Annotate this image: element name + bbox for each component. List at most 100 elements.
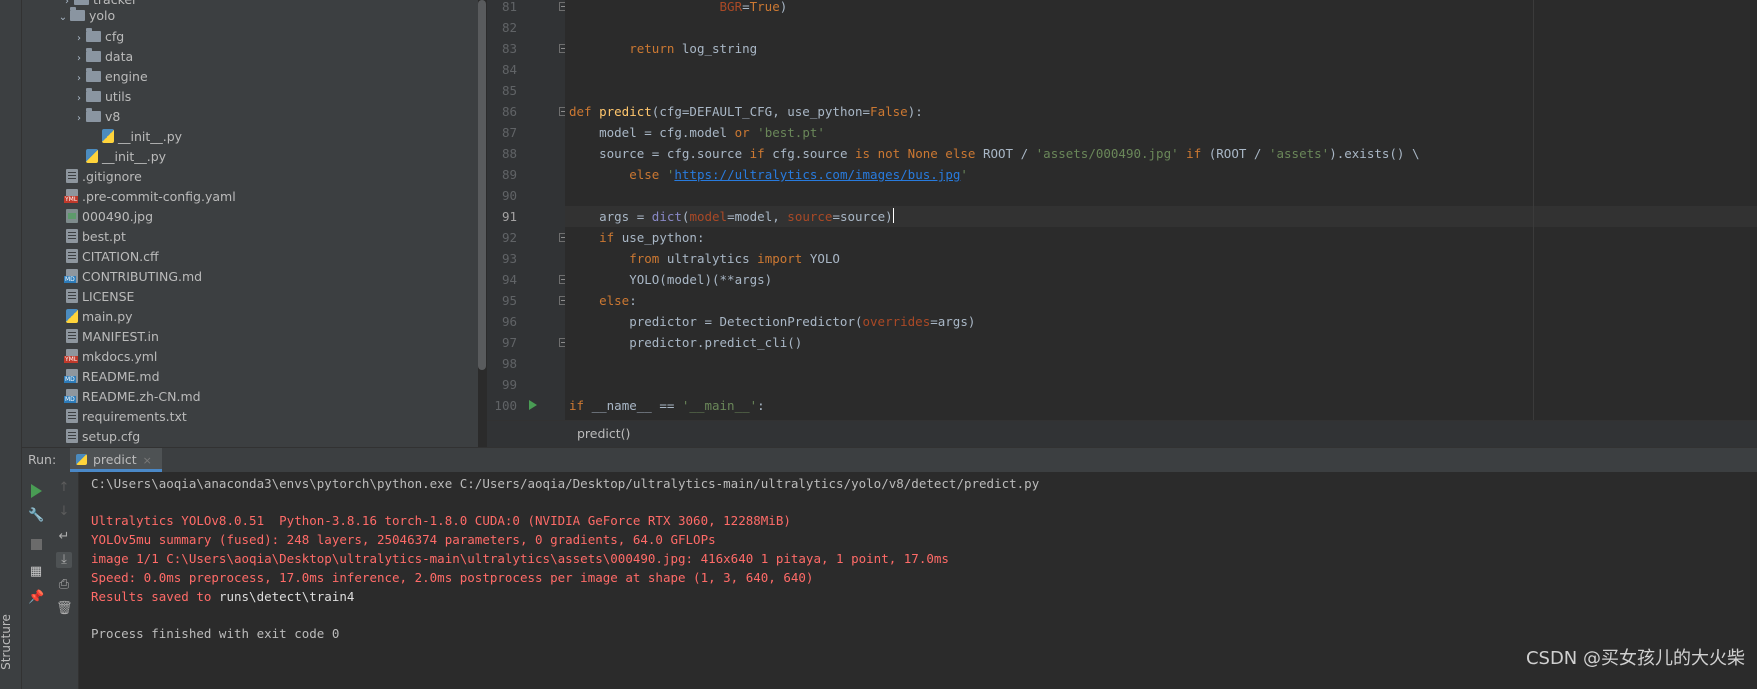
chevron-right-icon[interactable]: › <box>72 29 86 49</box>
tree-item-label: main.py <box>82 309 133 324</box>
line-number: 87 <box>501 125 517 140</box>
code-line-91: args = dict(model=model, source=source) <box>569 208 894 224</box>
tree-item-pre-commit[interactable]: .pre-commit-config.yaml <box>64 187 236 207</box>
console-exit-line: Process finished with exit code 0 <box>91 626 340 641</box>
run-main-icon[interactable] <box>529 400 537 410</box>
structure-tool-tab[interactable]: Structure <box>0 590 21 689</box>
python-file-icon <box>102 129 114 143</box>
run-console[interactable]: C:\Users\aoqia\anaconda3\envs\pytorch\py… <box>79 472 1757 689</box>
line-number: 98 <box>501 356 517 371</box>
chevron-down-icon[interactable]: ⌄ <box>56 8 70 28</box>
line-number: 100 <box>494 398 517 413</box>
tree-item-yolo[interactable]: ⌄ yolo <box>56 6 115 26</box>
code-line-93: from ultralytics import YOLO <box>629 251 840 266</box>
markdown-file-icon <box>64 389 78 403</box>
soft-wrap-icon[interactable]: ↵ <box>56 529 72 545</box>
tree-item-label: best.pt <box>82 229 126 244</box>
chevron-right-icon[interactable]: › <box>72 89 86 109</box>
rerun-icon[interactable] <box>31 484 42 498</box>
code-line-89: else 'https://ultralytics.com/images/bus… <box>629 167 968 182</box>
line-number: 81 <box>501 0 517 14</box>
markdown-file-icon <box>64 369 78 383</box>
tree-item-license[interactable]: LICENSE <box>66 287 134 307</box>
tree-item-main-py[interactable]: main.py <box>66 307 133 327</box>
run-tab-predict[interactable]: predict × <box>70 448 162 472</box>
tree-scrollbar[interactable] <box>478 0 486 370</box>
tree-item-requirements[interactable]: requirements.txt <box>66 407 187 427</box>
yaml-file-icon <box>64 189 79 203</box>
print-icon[interactable]: ⎙ <box>56 577 72 593</box>
text-file-icon <box>66 409 78 423</box>
tree-item-data[interactable]: › data <box>72 47 133 67</box>
tree-item-contributing[interactable]: CONTRIBUTING.md <box>64 267 202 287</box>
tree-item-best-pt[interactable]: best.pt <box>66 227 126 247</box>
scroll-to-end-icon[interactable]: ⤓ <box>56 552 72 568</box>
code-line-95: else: <box>599 293 637 308</box>
line-number: 85 <box>501 83 517 98</box>
code-line-83: return log_string <box>629 41 758 56</box>
tree-item-readme-zh[interactable]: README.zh-CN.md <box>64 387 201 407</box>
run-tab-label: predict <box>93 452 137 467</box>
stop-icon[interactable] <box>31 539 42 550</box>
tree-item-label: CITATION.cff <box>82 249 159 264</box>
line-number: 82 <box>501 20 517 35</box>
wrench-icon[interactable]: 🔧 <box>28 508 44 524</box>
tree-item-label: .gitignore <box>82 169 142 184</box>
tree-item-init-py-inner[interactable]: __init__.py <box>102 127 182 147</box>
trash-icon[interactable]: 🗑 <box>56 601 73 617</box>
tree-item-label: README.md <box>82 369 160 384</box>
tree-item-citation[interactable]: CITATION.cff <box>66 247 159 267</box>
tree-item-cfg[interactable]: › cfg <box>72 27 124 47</box>
tree-item-label: __init__.py <box>118 129 183 144</box>
run-tool-window-header: Run: predict × <box>22 447 1757 473</box>
text-caret <box>892 208 894 223</box>
editor-breadcrumb[interactable]: predict() <box>487 420 1757 448</box>
project-tree[interactable]: ›tracker ⌄yolo ›cfg ›data ›engine ›utils… <box>22 0 478 447</box>
tree-item-utils[interactable]: › utils <box>72 87 131 107</box>
run-toolbar-secondary: ↑ ↓ ↵ ⤓ ⎙ 🗑 <box>50 472 79 689</box>
line-number: 93 <box>501 251 517 266</box>
text-file-icon <box>66 169 78 183</box>
tree-item-label: data <box>105 49 134 64</box>
close-icon[interactable]: × <box>143 454 152 467</box>
tree-item-000490-jpg[interactable]: 000490.jpg <box>66 207 153 227</box>
python-icon <box>76 454 87 465</box>
breadcrumb-function[interactable]: predict() <box>577 426 630 441</box>
tree-item-readme[interactable]: README.md <box>64 367 160 387</box>
line-number: 94 <box>501 272 517 287</box>
text-file-icon <box>66 229 78 243</box>
arrow-up-icon[interactable]: ↑ <box>56 480 72 496</box>
arrow-down-icon[interactable]: ↓ <box>56 504 72 520</box>
chevron-right-icon[interactable]: › <box>72 69 86 89</box>
tree-item-label: cfg <box>105 29 125 44</box>
console-output-line: Ultralytics YOLOv8.0.51 Python-3.8.16 to… <box>91 513 791 528</box>
text-file-icon <box>66 329 78 343</box>
chevron-right-icon[interactable]: › <box>72 49 86 69</box>
watermark: CSDN @买女孩儿的大火柴 <box>1525 648 1745 669</box>
tree-item-v8[interactable]: › v8 <box>72 107 120 127</box>
tree-item-engine[interactable]: › engine <box>72 67 148 87</box>
results-path: runs\detect\train4 <box>218 589 355 604</box>
console-command-line: C:\Users\aoqia\anaconda3\envs\pytorch\py… <box>91 476 1040 491</box>
tree-item-label: mkdocs.yml <box>82 349 158 364</box>
text-file-icon <box>66 249 78 263</box>
line-number: 96 <box>501 314 517 329</box>
line-number: 92 <box>501 230 517 245</box>
console-output-line: image 1/1 C:\Users\aoqia\Desktop\ultraly… <box>91 551 949 566</box>
tree-item-label: setup.cfg <box>82 429 141 444</box>
layout-icon[interactable]: ▦ <box>28 564 44 580</box>
code-editor[interactable]: BGR=True) return log_string def predict(… <box>565 0 1757 420</box>
pin-icon[interactable]: 📌 <box>28 590 44 606</box>
tree-item-gitignore[interactable]: .gitignore <box>66 167 142 187</box>
tree-item-label: requirements.txt <box>82 409 187 424</box>
tree-item-manifest[interactable]: MANIFEST.in <box>66 327 159 347</box>
line-number-current: 91 <box>501 209 517 224</box>
line-number: 89 <box>501 167 517 182</box>
tree-item-label: MANIFEST.in <box>82 329 159 344</box>
tree-item-init-py[interactable]: __init__.py <box>86 147 166 167</box>
tree-item-mkdocs[interactable]: mkdocs.yml <box>64 347 158 367</box>
chevron-right-icon[interactable]: › <box>72 109 86 129</box>
text-file-icon <box>66 429 78 443</box>
tree-item-setup-cfg[interactable]: setup.cfg <box>66 427 140 447</box>
code-line-87: model = cfg.model or 'best.pt' <box>569 125 825 140</box>
